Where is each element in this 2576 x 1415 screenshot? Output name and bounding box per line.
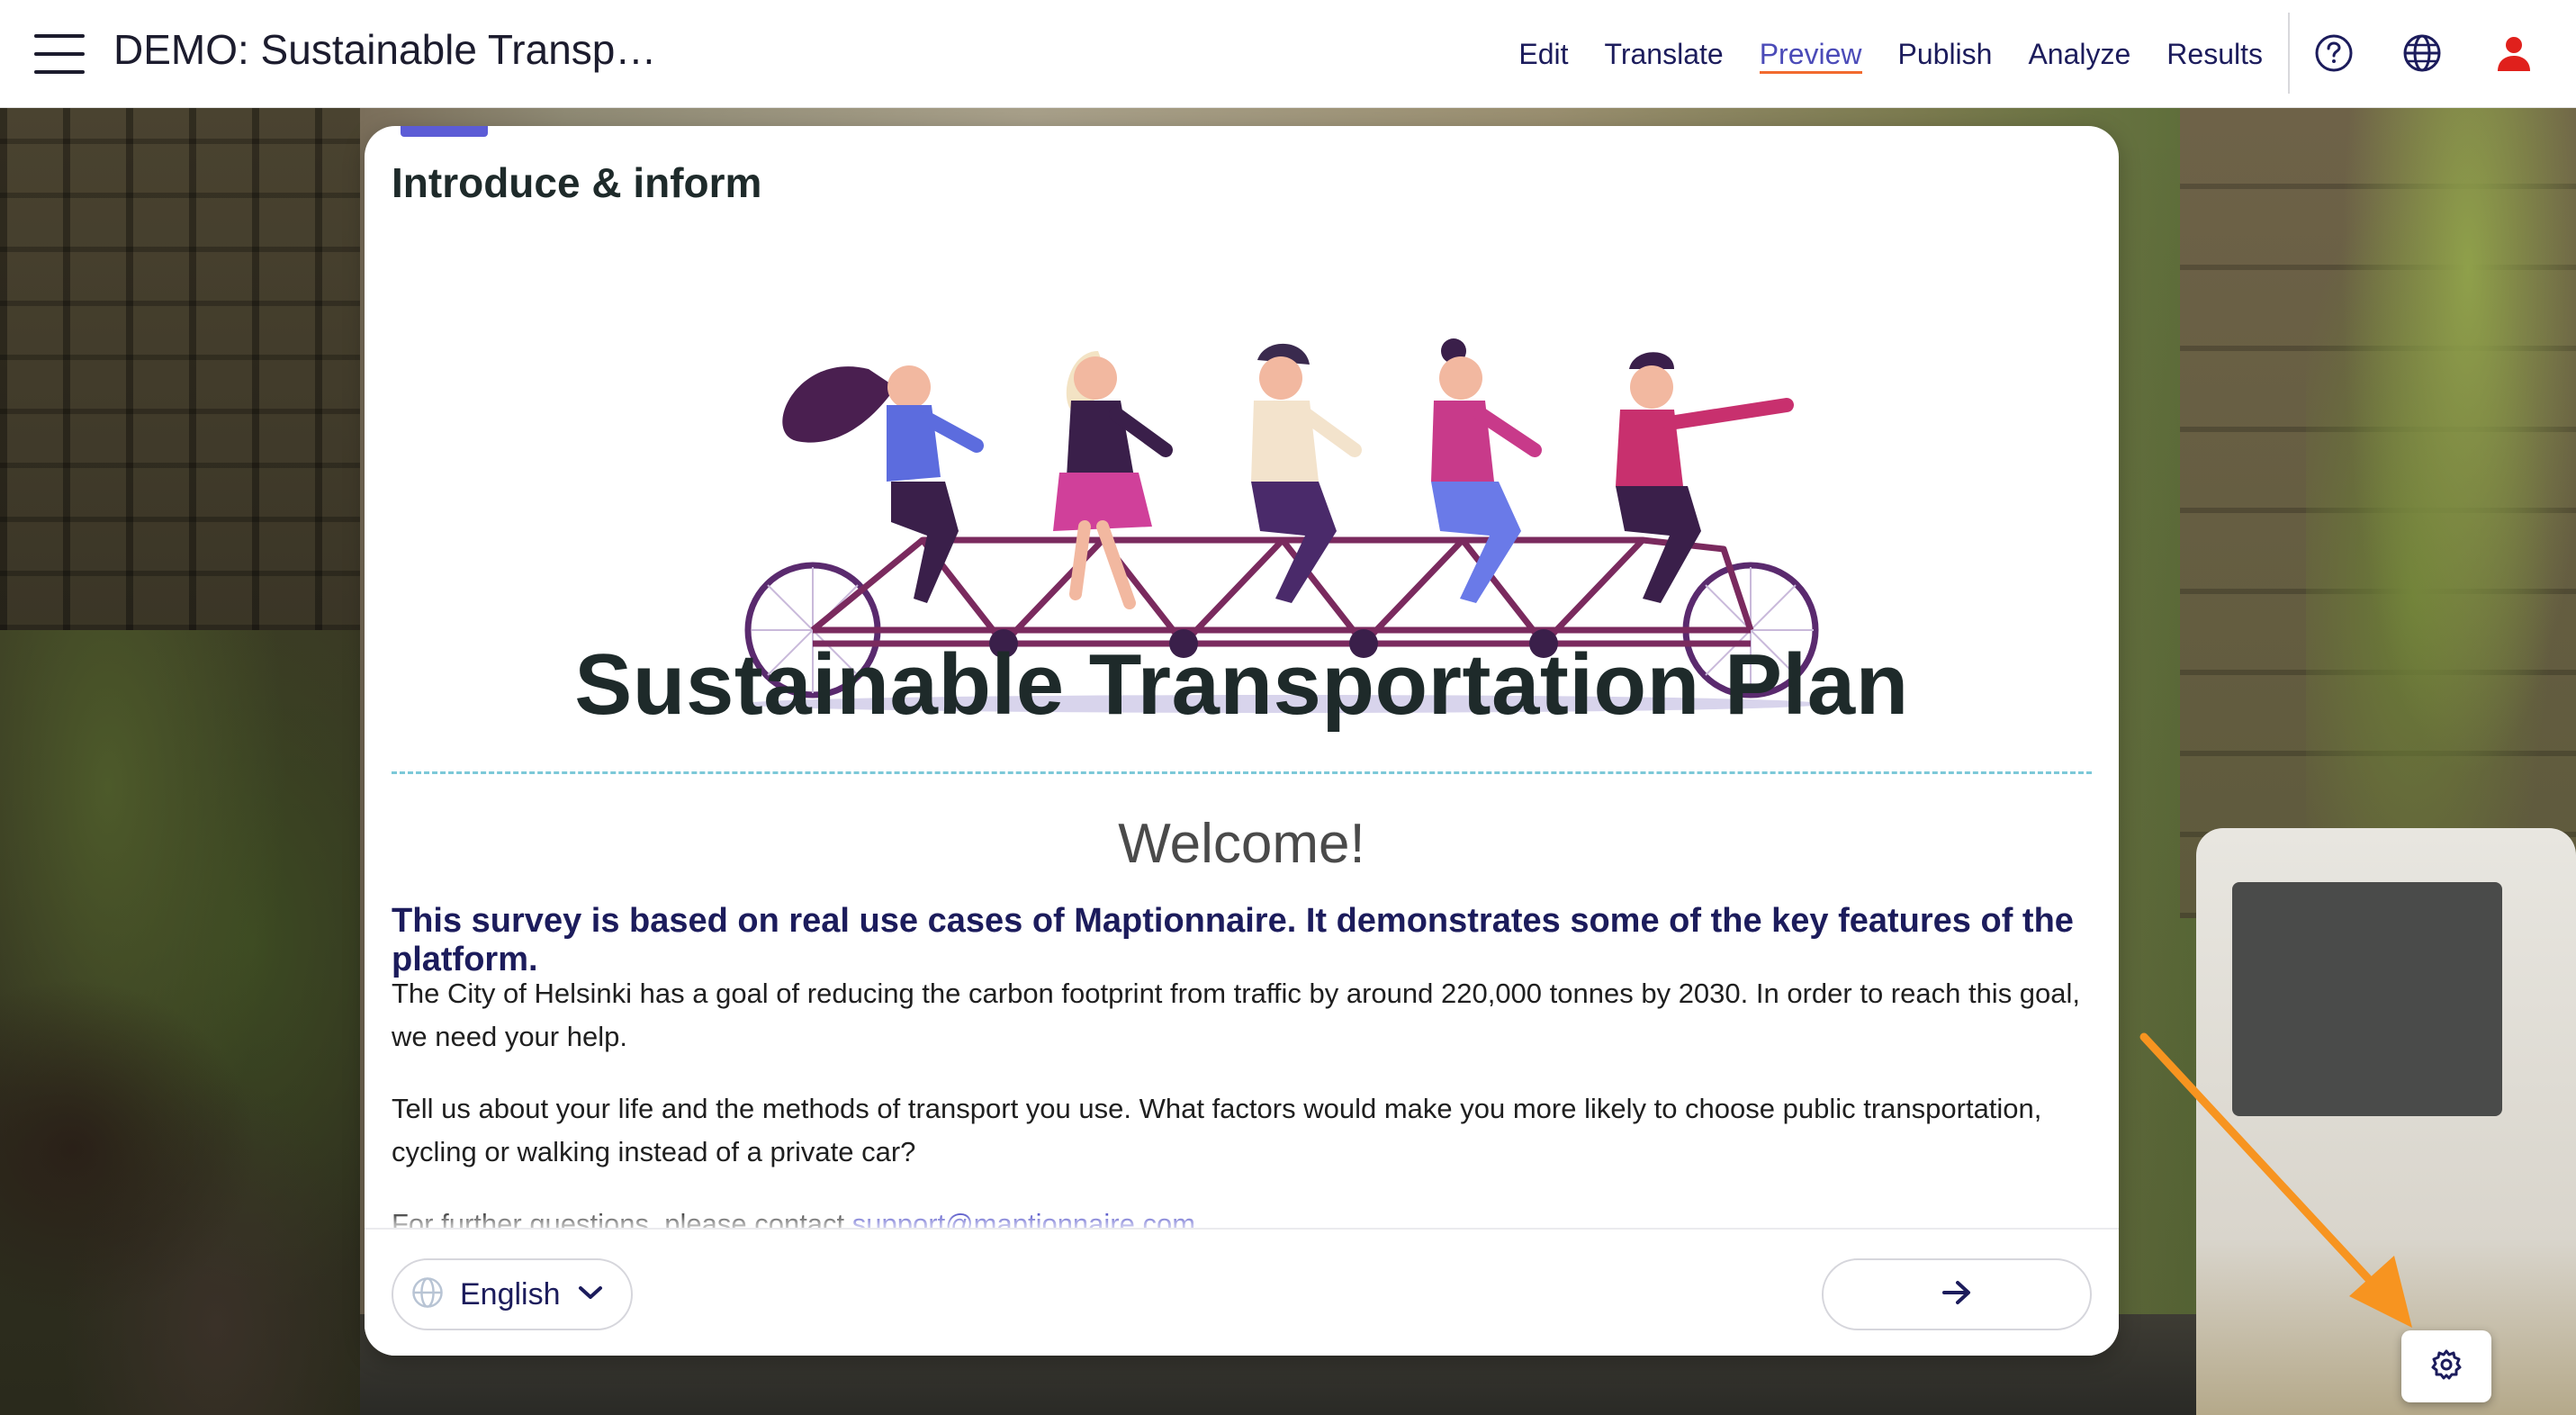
next-button[interactable] xyxy=(1822,1258,2092,1330)
intro-paragraph-1: The City of Helsinki has a goal of reduc… xyxy=(392,978,2081,1052)
language-label: English xyxy=(460,1276,561,1311)
nav-item-translate[interactable]: Translate xyxy=(1586,0,1741,108)
help-circle-icon[interactable] xyxy=(2313,32,2355,74)
welcome-heading: Welcome! xyxy=(1118,813,1365,875)
gear-icon xyxy=(2430,1348,2463,1385)
dashed-divider xyxy=(392,771,2092,774)
globe-icon xyxy=(411,1276,444,1313)
nav-item-edit[interactable]: Edit xyxy=(1500,0,1586,108)
background-people xyxy=(0,972,360,1415)
nav-item-results[interactable]: Results xyxy=(2148,0,2281,108)
section-title: Introduce & inform xyxy=(392,159,762,206)
survey-footer: English xyxy=(365,1228,2119,1356)
top-bar: DEMO: Sustainable Transp… Edit Translate P… xyxy=(0,0,2576,108)
menu-icon[interactable] xyxy=(34,34,85,74)
intro-paragraph-2: Tell us about your life and the methods … xyxy=(392,1093,2042,1167)
main-nav: Edit Translate Preview Publish Analyze Result… xyxy=(1500,0,2281,108)
progress-bar xyxy=(401,126,489,137)
nav-item-preview[interactable]: Preview xyxy=(1742,0,1880,108)
nav-divider xyxy=(2288,13,2290,94)
background-trees-right xyxy=(2306,108,2576,918)
language-select[interactable]: English xyxy=(392,1258,633,1330)
survey-main-title: Sustainable Transportation Plan xyxy=(574,636,1909,733)
survey-card: Introduce & inform Sustainable Transport… xyxy=(365,126,2119,1356)
background-bus xyxy=(2196,828,2576,1415)
arrow-right-icon xyxy=(1941,1279,1972,1311)
nav-item-analyze[interactable]: Analyze xyxy=(2010,0,2148,108)
user-icon[interactable] xyxy=(2493,32,2535,74)
globe-icon[interactable] xyxy=(2401,32,2443,74)
settings-button[interactable] xyxy=(2401,1330,2491,1402)
app-title: DEMO: Sustainable Transp… xyxy=(113,26,657,73)
chevron-down-icon xyxy=(577,1284,604,1306)
nav-item-publish[interactable]: Publish xyxy=(1880,0,2011,108)
intro-bold-text: This survey is based on real use cases o… xyxy=(392,902,2074,978)
